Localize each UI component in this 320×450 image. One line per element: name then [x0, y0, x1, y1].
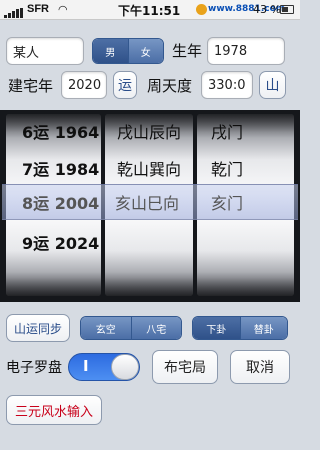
- picker-row[interactable]: 乾门: [197, 149, 294, 186]
- battery-icon: [280, 5, 294, 14]
- build-year-input[interactable]: 2020: [61, 71, 107, 99]
- mode-segment[interactable]: 玄空 八宅: [80, 316, 182, 340]
- status-bar: SFR ◠ 下午11:51 www.8881.com 43 %: [0, 0, 300, 20]
- app-logo-icon: [196, 4, 207, 15]
- sync-button[interactable]: 山运同步: [6, 314, 70, 342]
- picker-selected-direction[interactable]: 亥山巳向: [115, 185, 179, 219]
- sanyuan-input-button[interactable]: 三元风水输入: [6, 395, 102, 425]
- toggle-knob[interactable]: [111, 354, 139, 380]
- picker-row[interactable]: 乾山巽向: [105, 149, 193, 186]
- wheel-shade: [6, 272, 101, 296]
- mode-bazhai-option[interactable]: 八宅: [130, 317, 181, 339]
- picker-row[interactable]: [105, 223, 193, 260]
- picker-row[interactable]: 7运 1984: [6, 149, 101, 186]
- picker-selection-bar: 8运 2004 亥山巳向 亥门: [2, 184, 298, 220]
- fengshui-picker[interactable]: 6运 1964 7运 1984 9运 2024 戌山辰向 乾山巽向 戌门 乾门 …: [0, 110, 300, 302]
- gender-male-option[interactable]: 男: [93, 39, 128, 63]
- gender-female-option[interactable]: 女: [127, 39, 163, 63]
- signal-icon: [4, 5, 24, 18]
- name-input[interactable]: 某人: [6, 37, 84, 65]
- mode-xuankong-option[interactable]: 玄空: [81, 317, 131, 339]
- picker-selected-yun[interactable]: 8运 2004: [22, 185, 99, 219]
- cancel-button[interactable]: 取消: [230, 350, 290, 384]
- wheel-shade: [197, 272, 294, 296]
- gender-segment[interactable]: 男 女: [92, 38, 164, 64]
- clock: 下午11:51: [118, 4, 181, 18]
- gua-segment[interactable]: 下卦 替卦: [192, 316, 288, 340]
- picker-row[interactable]: 戌山辰向: [105, 114, 193, 149]
- compass-toggle[interactable]: I: [68, 353, 140, 381]
- layout-button[interactable]: 布宅局: [152, 350, 218, 384]
- picker-row[interactable]: 戌门: [197, 114, 294, 149]
- wifi-icon: ◠: [58, 3, 68, 16]
- compass-label: 电子罗盘: [6, 360, 62, 376]
- gua-xia-option[interactable]: 下卦: [193, 317, 240, 339]
- gua-ti-option[interactable]: 替卦: [239, 317, 287, 339]
- birth-year-input[interactable]: 1978: [207, 37, 285, 65]
- picker-row[interactable]: 6运 1964: [6, 114, 101, 149]
- toggle-on-text: I: [83, 357, 89, 375]
- battery-percent: 43 %: [253, 3, 281, 16]
- build-year-label: 建宅年: [8, 77, 54, 95]
- picker-selected-door[interactable]: 亥门: [211, 185, 243, 219]
- degree-label: 周天度: [147, 77, 193, 95]
- yun-button[interactable]: 运: [113, 71, 137, 99]
- wheel-shade: [105, 272, 193, 296]
- degree-input[interactable]: 330:0: [201, 71, 253, 99]
- carrier-name: SFR: [27, 3, 49, 15]
- birth-year-label: 生年: [172, 42, 203, 60]
- picker-row[interactable]: [197, 223, 294, 260]
- picker-row[interactable]: 9运 2024: [6, 223, 101, 260]
- mountain-button[interactable]: 山: [259, 71, 286, 99]
